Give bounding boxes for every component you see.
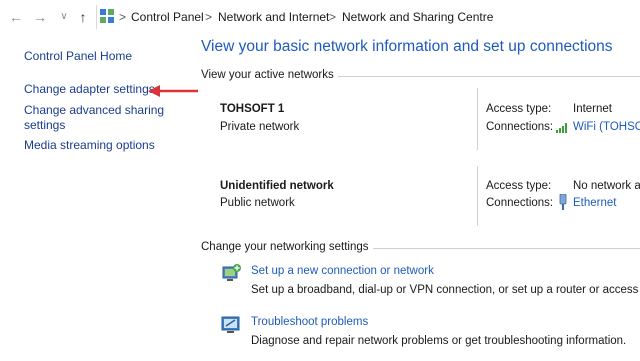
troubleshoot-icon — [221, 316, 240, 333]
ethernet-icon — [559, 194, 567, 210]
back-icon[interactable]: ← — [8, 9, 24, 25]
access-type-value: Internet — [573, 103, 612, 115]
breadcrumb-separator: > — [329, 10, 337, 24]
active-networks-label: View your active networks — [201, 69, 338, 81]
access-type-label: Access type: — [486, 180, 552, 192]
up-arrow-icon[interactable]: ↑ — [75, 9, 91, 25]
access-type-value: No network ac — [573, 180, 640, 192]
breadcrumb-control-panel[interactable]: Control Panel — [131, 10, 204, 24]
troubleshoot-description: Diagnose and repair network problems or … — [251, 335, 627, 347]
breadcrumb-network-sharing-centre[interactable]: Network and Sharing Centre — [342, 10, 493, 24]
breadcrumb-network-and-internet[interactable]: Network and Internet — [218, 10, 329, 24]
wifi-signal-icon — [556, 123, 567, 133]
media-streaming-options-link[interactable]: Media streaming options — [24, 138, 155, 153]
page-title: View your basic network information and … — [201, 38, 613, 55]
network-type: Public network — [220, 197, 295, 209]
breadcrumb-separator: > — [205, 10, 213, 24]
breadcrumb[interactable]: > Control Panel > Network and Internet >… — [96, 5, 640, 29]
networking-settings-label: Change your networking settings — [201, 241, 373, 253]
annotation-arrow-icon — [148, 85, 198, 97]
control-panel-icon — [100, 9, 114, 23]
wifi-connection-link[interactable]: WiFi (TOHSOF — [573, 121, 640, 133]
forward-icon[interactable]: → — [32, 9, 48, 25]
network-name: Unidentified network — [220, 180, 334, 192]
connections-label: Connections: — [486, 197, 554, 209]
network-name: TOHSOFT 1 — [220, 103, 285, 115]
access-type-label: Access type: — [486, 103, 552, 115]
new-connection-icon — [222, 264, 241, 281]
setup-connection-link[interactable]: Set up a new connection or network — [251, 265, 434, 277]
address-bar: ← → ∨ ↑ > Control Panel > Network and In… — [0, 0, 640, 34]
ethernet-connection-link[interactable]: Ethernet — [573, 197, 616, 209]
control-panel-home-link[interactable]: Control Panel Home — [24, 49, 132, 64]
column-divider — [477, 166, 478, 226]
breadcrumb-separator: > — [119, 10, 127, 24]
column-divider — [477, 88, 478, 150]
change-advanced-sharing-settings-link[interactable]: Change advanced sharing settings — [24, 103, 174, 133]
chevron-down-icon[interactable]: ∨ — [56, 9, 72, 25]
troubleshoot-problems-link[interactable]: Troubleshoot problems — [251, 316, 368, 328]
connections-label: Connections: — [486, 121, 554, 133]
change-adapter-settings-link[interactable]: Change adapter settings — [24, 82, 155, 97]
network-type: Private network — [220, 121, 300, 133]
setup-connection-description: Set up a broadband, dial-up or VPN conne… — [251, 284, 640, 296]
